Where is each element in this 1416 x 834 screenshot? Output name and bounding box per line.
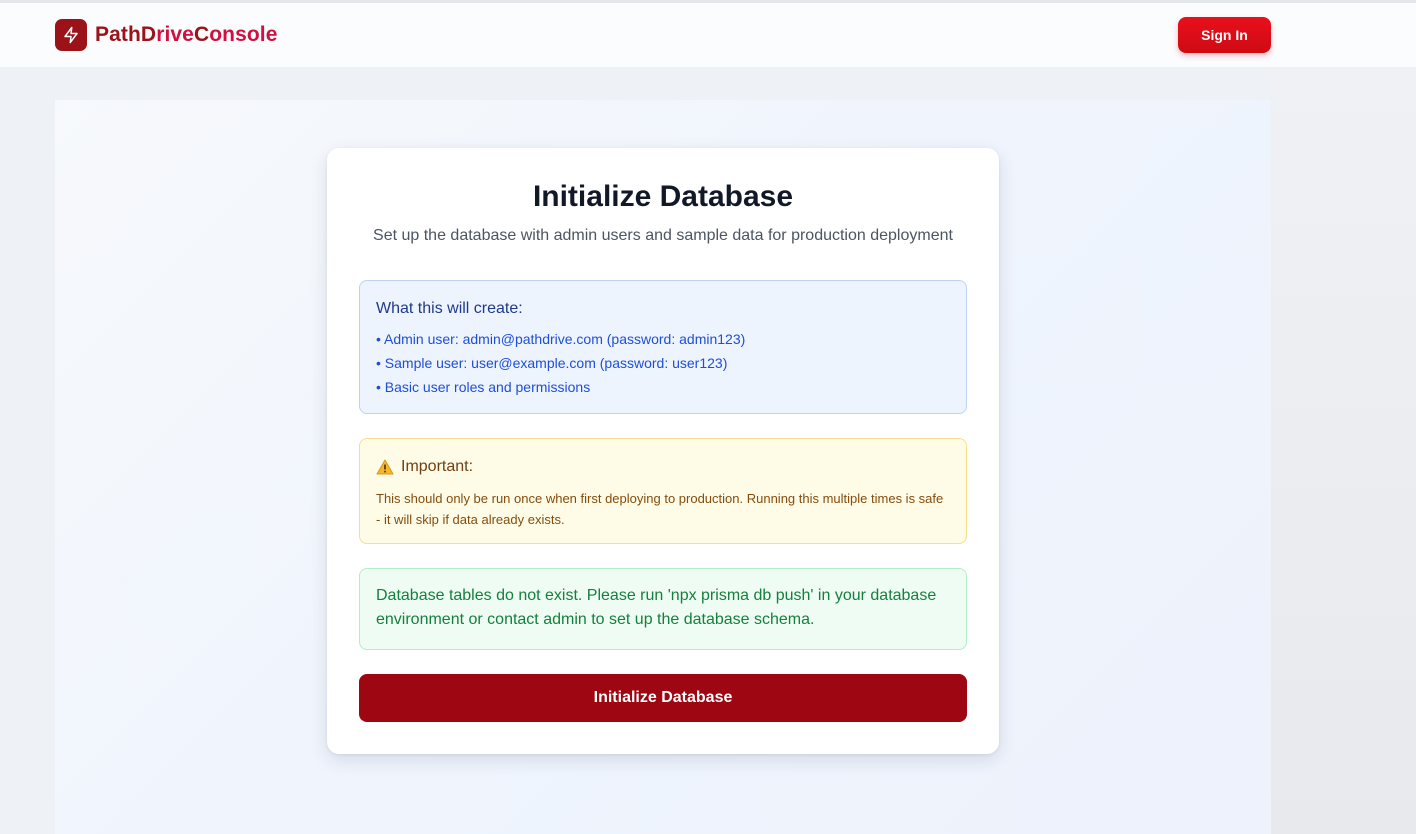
warning-title-text: Important: — [401, 458, 474, 475]
brand-name-part: rive — [156, 23, 194, 46]
top-navbar: PathDriveConsole Sign In — [0, 3, 1416, 67]
page-title: Initialize Database — [532, 180, 794, 213]
status-message: Database tables do not exist. Please run… — [376, 587, 937, 628]
info-title: What this will create: — [376, 300, 523, 317]
brand-logo[interactable]: PathDriveConsole — [55, 19, 278, 51]
brand-name-part: Path — [95, 23, 141, 46]
initialize-database-button[interactable]: Initialize Database — [359, 674, 967, 722]
sign-in-button[interactable]: Sign In — [1178, 17, 1271, 53]
warning-body: This should only be run once when first … — [376, 491, 944, 527]
brand-name-part: onsole — [209, 23, 278, 46]
warning-box: Important: This should only be run once … — [359, 438, 967, 544]
info-box: What this will create: • Admin user: adm… — [359, 280, 967, 414]
brand-name-part: C — [193, 23, 210, 46]
warning-title: Important: — [376, 458, 473, 476]
info-list-item: • Admin user: admin@pathdrive.com (passw… — [376, 331, 746, 347]
status-message-box: Database tables do not exist. Please run… — [359, 568, 967, 650]
warning-triangle-icon — [376, 459, 394, 475]
brand-name-part: D — [140, 23, 157, 46]
brand-name: PathDriveConsole — [95, 23, 278, 47]
info-list-item: • Basic user roles and permissions — [376, 379, 591, 395]
page-subtitle: Set up the database with admin users and… — [373, 227, 953, 244]
lightning-icon — [55, 19, 87, 51]
background-strip — [1271, 67, 1416, 834]
info-list-item: • Sample user: user@example.com (passwor… — [376, 355, 728, 371]
init-database-card: Initialize Database Set up the database … — [327, 148, 999, 754]
